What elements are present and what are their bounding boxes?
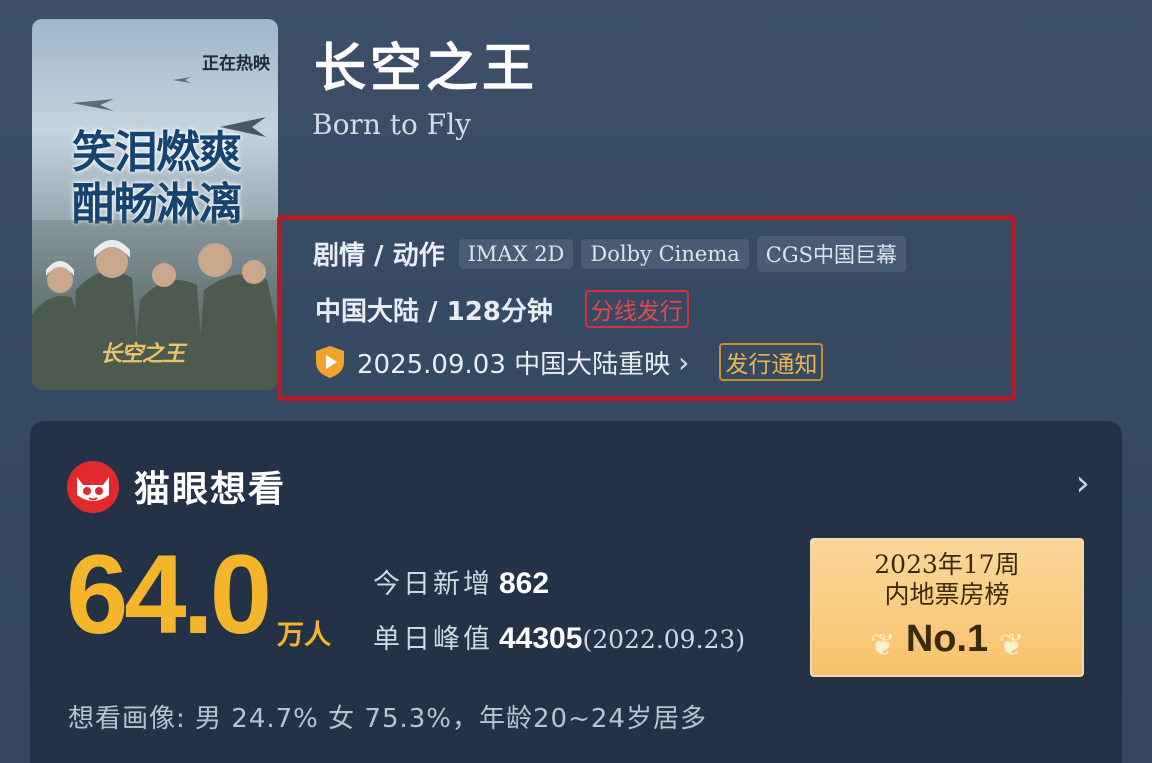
region-duration: 中国大陆 / 128分钟 <box>315 296 553 327</box>
movie-title: 长空之王 <box>314 38 539 99</box>
rank-value: No.1 <box>905 618 989 660</box>
chevron-right-icon[interactable]: › <box>1076 463 1090 504</box>
peak-row: 单日峰值 44305 (2022.09.23) <box>373 617 745 656</box>
distribution-badge[interactable]: 分线发行 <box>584 290 689 328</box>
laurel-left-icon: ❦ <box>870 628 896 663</box>
shield-play-icon <box>316 346 344 378</box>
want-unit: 万人 <box>277 620 331 651</box>
want-count: 64.0 <box>66 532 272 657</box>
tag-cgs: CGS中国巨幕 <box>756 235 906 272</box>
today-label: 今日新增 <box>373 569 493 600</box>
poster-logo: 长空之王 <box>100 342 185 367</box>
today-new-row: 今日新增 862 <box>373 562 549 601</box>
peak-value: 44305 <box>499 622 583 655</box>
notice-badge[interactable]: 发行通知 <box>719 343 824 381</box>
peak-date: (2022.09.23) <box>582 625 746 654</box>
rank-board: 内地票房榜 <box>884 580 1010 609</box>
jet-icon <box>72 99 114 111</box>
release-info[interactable]: 2025.09.03 中国大陆重映 <box>357 344 670 381</box>
jet-icon <box>173 77 191 83</box>
region-row: 中国大陆 / 128分钟 分线发行 <box>315 290 689 328</box>
rank-week: 2023年17周 <box>874 550 1020 579</box>
poster-badge: 正在热映 <box>202 54 270 74</box>
tag-dolby: Dolby Cinema <box>581 238 749 269</box>
movie-poster[interactable]: 正在热映 笑泪燃爽 酣畅淋漓 长空之王 <box>32 19 278 390</box>
today-value: 862 <box>499 567 550 600</box>
box-office-rank-badge[interactable]: 2023年17周 内地票房榜 No.1 ❦ ❦ <box>810 538 1084 677</box>
poster-slogan: 笑泪燃爽 酣畅淋漓 <box>38 127 274 231</box>
genre-row: 剧情 / 动作 IMAX 2D Dolby Cinema CGS中国巨幕 <box>313 235 914 272</box>
maoyan-cat-icon <box>67 461 119 513</box>
want-to-watch-card[interactable]: 猫眼想看 › 64.0 万人 今日新增 862 单日峰值 44305 (2022… <box>30 421 1122 763</box>
audience-portrait: 想看画像: 男 24.7% 女 75.3%，年龄20~24岁居多 <box>68 704 707 734</box>
movie-english-title: Born to Fly <box>312 108 471 141</box>
chevron-right-icon[interactable]: › <box>678 346 689 379</box>
peak-label: 单日峰值 <box>373 624 493 655</box>
want-header: 猫眼想看 <box>134 469 287 510</box>
release-row[interactable]: 2025.09.03 中国大陆重映 › 发行通知 <box>313 343 824 381</box>
poster-slogan-line1: 笑泪燃爽 <box>72 127 242 178</box>
tag-imax: IMAX 2D <box>458 238 574 269</box>
genre-text: 剧情 / 动作 <box>313 241 445 271</box>
laurel-right-icon: ❦ <box>998 628 1024 663</box>
